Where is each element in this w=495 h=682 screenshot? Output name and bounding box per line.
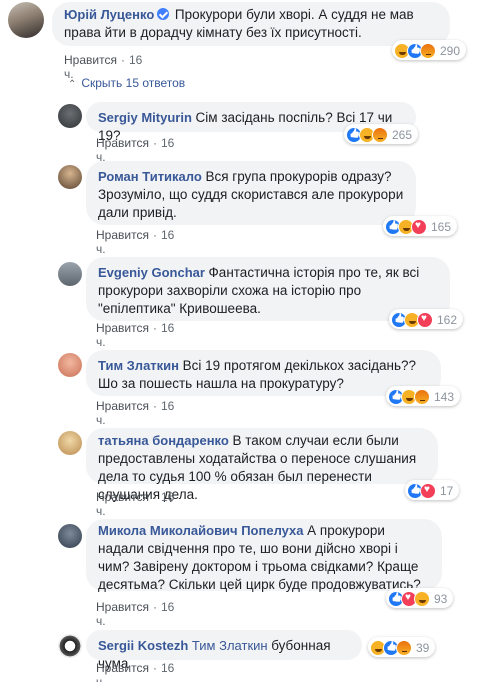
hide-replies-label: Скрыть 15 ответов (81, 76, 186, 90)
like-button[interactable]: Нравится (96, 661, 149, 675)
author-name[interactable]: Evgeniy Gonchar (98, 265, 205, 280)
love-icon (417, 311, 433, 328)
avatar[interactable] (8, 2, 44, 38)
reaction-count: 290 (440, 43, 461, 58)
reaction-summary[interactable]: 290 (392, 40, 467, 60)
comment-actions: Нравится · 16 ч. (96, 136, 175, 164)
like-button[interactable]: Нравится (96, 600, 149, 614)
like-button[interactable]: Нравится (96, 136, 149, 150)
reaction-summary[interactable]: 265 (344, 124, 419, 144)
reaction-count: 17 (440, 483, 454, 498)
avatar[interactable] (58, 431, 82, 455)
angry-icon (414, 388, 430, 405)
avatar[interactable] (58, 634, 82, 658)
comment-bubble: Микола Миколайович Попелуха А прокурори … (86, 519, 442, 592)
reaction-count: 165 (431, 219, 452, 234)
avatar[interactable] (58, 104, 82, 128)
like-button[interactable]: Нравится (96, 399, 149, 413)
mention-link[interactable]: Тим Златкин (192, 638, 268, 653)
avatar[interactable] (58, 262, 82, 286)
love-icon (420, 482, 436, 499)
like-button[interactable]: Нравится (96, 490, 149, 504)
avatar[interactable] (58, 353, 82, 377)
comment-bubble: татьяна бондаренко В таком случаи если б… (86, 428, 438, 502)
author-name[interactable]: Sergii Kostezh (98, 638, 188, 653)
author-name[interactable]: Микола Миколайович Попелуха (98, 523, 304, 538)
angry-icon (420, 42, 436, 59)
love-icon (411, 218, 427, 235)
comment-actions: Нравится · 16 ч. (96, 600, 175, 628)
angry-icon (372, 126, 388, 143)
reaction-summary[interactable]: 165 (383, 216, 458, 236)
reaction-count: 39 (416, 640, 430, 655)
reaction-count: 143 (434, 389, 455, 404)
comment-actions: Нравится · 16 ч. (96, 490, 175, 518)
author-name[interactable]: Тим Златкин (98, 358, 179, 373)
reaction-summary[interactable]: 93 (386, 588, 454, 608)
comment-actions: Нравится · 16 ч. (96, 228, 175, 256)
avatar[interactable] (58, 165, 82, 189)
author-name[interactable]: Юрій Луценко (64, 7, 154, 22)
like-button[interactable]: Нравится (96, 228, 149, 242)
author-name[interactable]: Роман Титикало (98, 169, 202, 184)
collapse-arrow-icon: ⌃ (68, 79, 77, 90)
reaction-summary[interactable]: 162 (389, 309, 464, 329)
author-name[interactable]: Sergiy Mityurin (98, 110, 192, 125)
reaction-count: 265 (392, 127, 413, 142)
comment-actions: Нравится · 16 ч. (96, 399, 175, 427)
reaction-summary[interactable]: 143 (386, 386, 461, 406)
comment-bubble: Sergii Kostezh Тим Златкин бубонная чума (86, 630, 362, 671)
like-button[interactable]: Нравится (96, 321, 149, 335)
comment-bubble: Роман Титикало Вся група прокурорів одра… (86, 161, 416, 225)
comment-actions: Нравится · 16 ч. (96, 321, 175, 349)
reaction-count: 93 (434, 591, 448, 606)
hide-replies-link[interactable]: ⌃ Скрыть 15 ответов (68, 76, 185, 90)
haha-icon (414, 590, 430, 607)
verified-icon (157, 8, 170, 20)
angry-icon (396, 639, 412, 656)
reaction-summary[interactable]: 17 (405, 480, 460, 500)
like-button[interactable]: Нравится (64, 53, 117, 67)
comment-bubble: Юрій Луценко Прокурори були хворі. А суд… (52, 2, 450, 46)
avatar[interactable] (58, 524, 82, 548)
reaction-summary[interactable]: 39 (368, 637, 436, 657)
reaction-count: 162 (437, 312, 458, 327)
author-name[interactable]: татьяна бондаренко (98, 433, 229, 448)
comment-actions: Нравится · 16 ч. (96, 661, 174, 682)
